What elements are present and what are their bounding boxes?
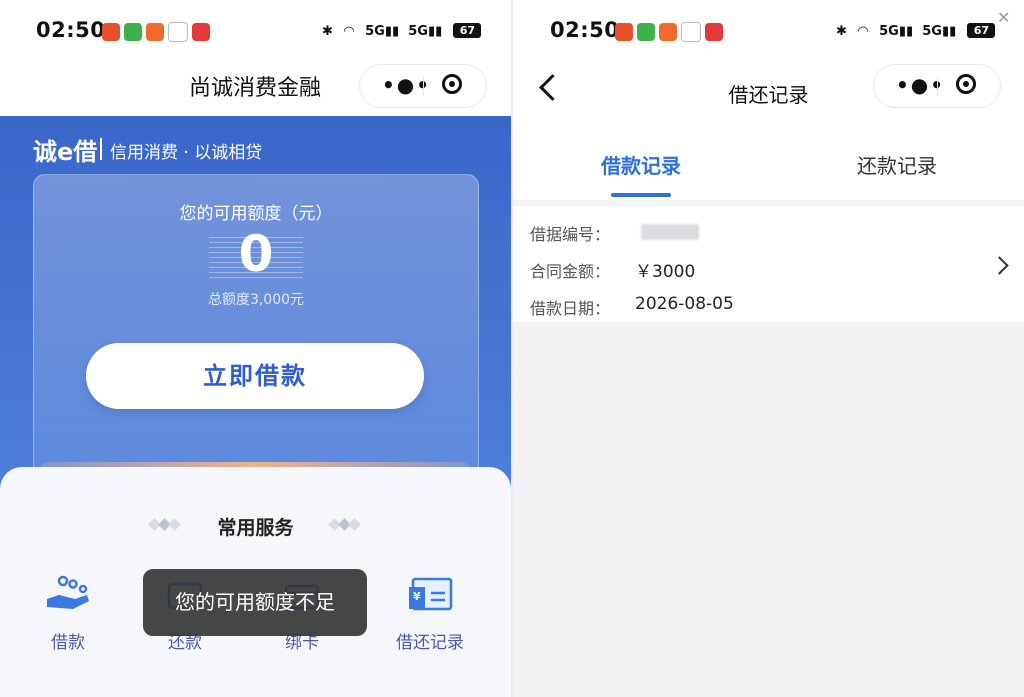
bluetooth-icon: ✱ bbox=[836, 24, 847, 39]
capsule-divider bbox=[423, 76, 424, 96]
services-title: 常用服务 bbox=[217, 517, 294, 539]
loan-date-value: 2026-08-05 bbox=[635, 294, 734, 314]
credit-label: 您的可用额度（元） bbox=[179, 204, 333, 224]
close-miniprogram-icon[interactable] bbox=[442, 74, 462, 94]
signal-2-bars-icon: ▮▮ bbox=[427, 24, 443, 39]
status-system-icons: ✱ ◠ 5G▮▮ 5G▮▮ 67 bbox=[322, 20, 482, 39]
left-screen: 02:50 ✱ ◠ 5G▮▮ 5G▮▮ 67 尚诚消费金融 •●• 诚e借 信用… bbox=[0, 0, 511, 697]
miniprogram-capsule: •●• bbox=[873, 64, 1001, 108]
wifi-icon: ◠ bbox=[344, 24, 354, 39]
signal-1-bars-icon: ▮▮ bbox=[384, 24, 400, 39]
news-notification-icon bbox=[192, 22, 210, 41]
sync-notification-icon bbox=[681, 21, 701, 42]
battery-icon: 67 bbox=[967, 23, 996, 38]
signal-2-icon: 5G bbox=[408, 24, 428, 39]
loan-date-label: 借款日期： bbox=[530, 299, 611, 318]
capsule-divider bbox=[937, 76, 938, 96]
status-time: 02:50 bbox=[550, 18, 620, 42]
app-notification-icon bbox=[615, 22, 633, 41]
news-notification-icon bbox=[705, 22, 723, 41]
shopping-notification-icon bbox=[659, 22, 677, 41]
close-icon[interactable]: ✕ bbox=[997, 8, 1010, 27]
signal-2-icon: 5G bbox=[922, 24, 942, 39]
service-label-records[interactable]: 借还记录 bbox=[380, 628, 480, 653]
wifi-icon: ◠ bbox=[858, 24, 868, 39]
page-title: 尚诚消费金融 bbox=[188, 76, 321, 101]
brand-slogan: 信用消费 · 以诚相贷 bbox=[110, 143, 263, 163]
status-time: 02:50 bbox=[36, 18, 106, 42]
shopping-notification-icon bbox=[146, 22, 164, 41]
contract-amount-label: 合同金额： bbox=[530, 262, 611, 281]
svg-text:¥: ¥ bbox=[413, 590, 421, 603]
redacted-id-mask bbox=[641, 224, 699, 240]
status-app-icons bbox=[615, 21, 727, 42]
contract-amount-value: ￥3000 bbox=[635, 262, 696, 282]
borrow-now-button[interactable]: 立即借款 bbox=[86, 343, 424, 409]
signal-1-icon: 5G bbox=[879, 24, 899, 39]
tab-borrow-records[interactable]: 借款记录 bbox=[581, 150, 701, 179]
credit-card: 您的可用额度（元） 0 总额度3,000元 bbox=[33, 174, 479, 476]
battery-icon: 67 bbox=[453, 23, 482, 38]
right-screen: 02:50 ✱ ◠ 5G▮▮ 5G▮▮ 67 ✕ 借还记录 •●• 借款记录 还… bbox=[513, 0, 1024, 697]
brand-name: 诚e借 bbox=[33, 138, 98, 166]
status-app-icons bbox=[102, 21, 214, 42]
title-decoration-right bbox=[328, 518, 364, 532]
close-miniprogram-icon[interactable] bbox=[956, 74, 976, 94]
tab-repay-records[interactable]: 还款记录 bbox=[837, 150, 957, 179]
loan-record-row[interactable]: 借据编号： 合同金额： ￥3000 借款日期： 2026-08-05 bbox=[513, 206, 1024, 322]
signal-1-bars-icon: ▮▮ bbox=[898, 24, 914, 39]
status-system-icons: ✱ ◠ 5G▮▮ 5G▮▮ 67 bbox=[836, 20, 996, 39]
miniprogram-capsule: •●• bbox=[359, 64, 487, 108]
sync-notification-icon bbox=[168, 21, 188, 42]
service-label-borrow[interactable]: 借款 bbox=[18, 628, 118, 653]
record-id-label: 借据编号： bbox=[530, 225, 611, 244]
signal-1-icon: 5G bbox=[365, 24, 385, 39]
chevron-right-icon[interactable] bbox=[990, 256, 1009, 275]
message-notification-icon bbox=[637, 22, 655, 41]
bluetooth-icon: ✱ bbox=[322, 24, 333, 39]
app-notification-icon bbox=[102, 22, 120, 41]
credit-value: 0 bbox=[238, 225, 274, 283]
toast-message: 您的可用额度不足 bbox=[143, 569, 367, 636]
active-tab-indicator bbox=[611, 193, 671, 197]
credit-total: 总额度3,000元 bbox=[207, 292, 305, 308]
brand-divider bbox=[100, 138, 102, 160]
records-icon[interactable]: ¥ bbox=[407, 573, 453, 613]
borrow-hand-icon[interactable] bbox=[45, 573, 91, 613]
message-notification-icon bbox=[124, 22, 142, 41]
signal-2-bars-icon: ▮▮ bbox=[941, 24, 957, 39]
